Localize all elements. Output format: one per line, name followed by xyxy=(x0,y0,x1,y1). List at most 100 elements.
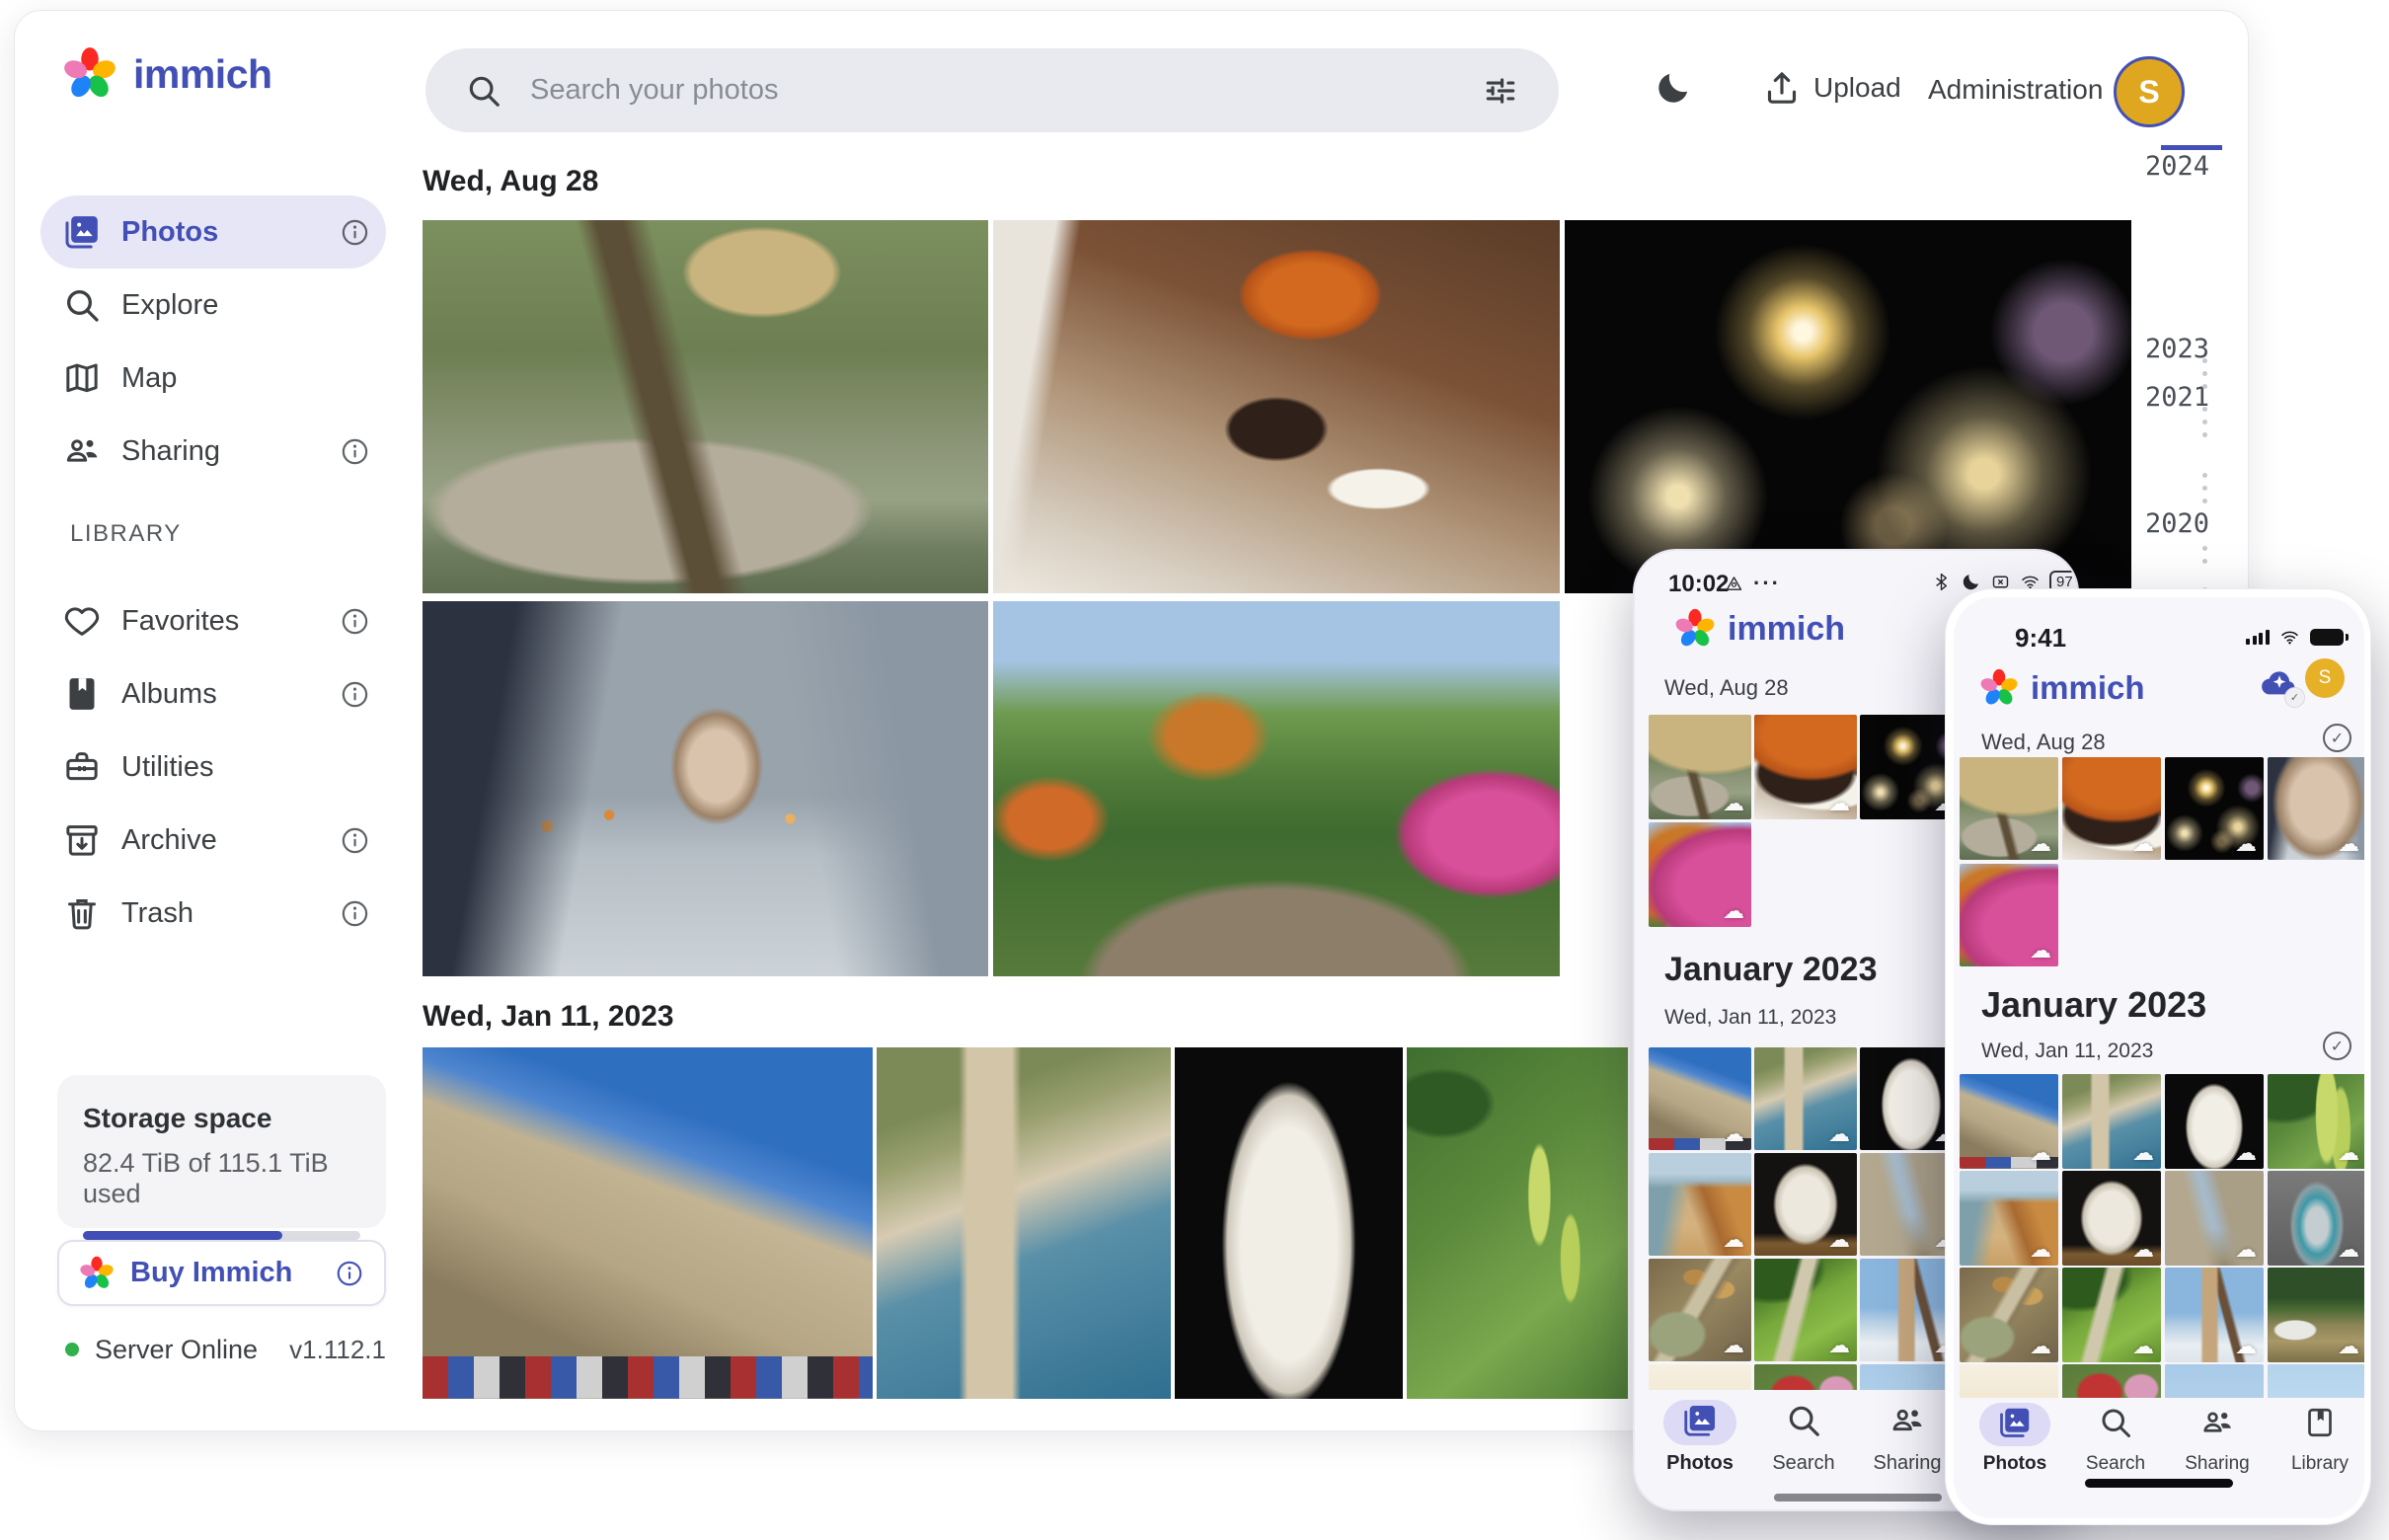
cloud-backup-icon xyxy=(2030,831,2051,857)
search-bar[interactable] xyxy=(425,48,1559,132)
storage-card: Storage space 82.4 TiB of 115.1 TiB used xyxy=(57,1075,386,1228)
photo-monkeys-at-zoo[interactable] xyxy=(423,220,988,593)
immich-logo[interactable]: immich xyxy=(62,46,272,102)
photo-marble-sculpture[interactable] xyxy=(1754,1153,1857,1256)
photo-holding-hands[interactable] xyxy=(2268,757,2364,860)
nav-sharing[interactable]: Sharing xyxy=(2163,1405,2272,1475)
moon-icon xyxy=(1654,68,1693,108)
cloud-backup-icon xyxy=(1723,1121,1744,1147)
photo-lizard-moss[interactable] xyxy=(1754,1259,1857,1361)
photo-fireworks[interactable] xyxy=(1565,220,2131,593)
photo-coastal-town[interactable] xyxy=(877,1047,1171,1399)
photo-marble-bust[interactable] xyxy=(2165,1074,2264,1169)
photo-lizard-leaves[interactable] xyxy=(1960,1268,2058,1362)
user-avatar[interactable]: S xyxy=(2114,56,2185,127)
photo-coastal-town[interactable] xyxy=(1754,1047,1857,1150)
timeline-year-2021[interactable]: 2021 xyxy=(2145,382,2224,413)
nav-search[interactable]: Search xyxy=(1749,1402,1858,1475)
photo-fireworks[interactable] xyxy=(2165,757,2264,860)
photo-monkeys-at-zoo[interactable] xyxy=(1649,715,1751,819)
photo-farm-field[interactable] xyxy=(2268,1268,2364,1362)
sidebar-item-sharing[interactable]: Sharing xyxy=(40,415,386,488)
timeline-year-2024[interactable]: 2024 xyxy=(2145,151,2224,182)
photo-lizard-leaves[interactable] xyxy=(1649,1259,1751,1361)
info-icon[interactable] xyxy=(340,898,370,929)
photo-autumn-dinner-table[interactable] xyxy=(993,220,1560,593)
info-icon[interactable] xyxy=(340,825,370,856)
sidebar-item-photos[interactable]: Photos xyxy=(40,195,386,269)
info-icon[interactable] xyxy=(340,679,370,710)
map-icon xyxy=(62,358,102,398)
toolbox-icon xyxy=(62,747,102,787)
nav-library[interactable]: Library xyxy=(2266,1405,2364,1475)
photo-coastal-town[interactable] xyxy=(2062,1074,2161,1169)
buy-immich-button[interactable]: Buy Immich xyxy=(57,1240,386,1306)
photo-cupcake-tower[interactable] xyxy=(2268,1171,2364,1266)
theme-toggle-button[interactable] xyxy=(1654,68,1693,108)
photo-fortress-walls[interactable] xyxy=(423,1047,873,1399)
cellular-signal-icon xyxy=(2246,630,2270,645)
info-icon[interactable] xyxy=(340,436,370,467)
date-group-header: Wed, Aug 28 xyxy=(1981,730,2106,755)
sidebar-item-favorites[interactable]: Favorites xyxy=(40,584,386,657)
nav-photos[interactable]: Photos xyxy=(1646,1402,1754,1475)
photo-fortress-walls[interactable] xyxy=(1960,1074,2058,1169)
sidebar-item-albums[interactable]: Albums xyxy=(40,657,386,731)
photo-autumn-park-path[interactable] xyxy=(1960,864,2058,966)
search-icon xyxy=(62,285,102,325)
info-icon[interactable] xyxy=(340,606,370,637)
photo-sea-grapes[interactable] xyxy=(2268,1074,2364,1169)
sidebar-item-explore[interactable]: Explore xyxy=(40,269,386,342)
filter-tune-icon[interactable] xyxy=(1482,72,1519,110)
select-all-check-icon[interactable] xyxy=(2323,724,2351,752)
sidebar-item-archive[interactable]: Archive xyxy=(40,804,386,877)
sidebar-item-trash[interactable]: Trash xyxy=(40,877,386,950)
home-indicator[interactable] xyxy=(1774,1494,1942,1502)
nav-photos[interactable]: Photos xyxy=(1961,1405,2069,1475)
album-book-icon xyxy=(62,674,102,714)
cloud-backup-icon xyxy=(1828,1333,1850,1358)
sidebar-item-utilities[interactable]: Utilities xyxy=(40,731,386,804)
photo-autumn-park-path[interactable] xyxy=(1649,822,1751,927)
date-group-header: Wed, Aug 28 xyxy=(1664,675,1789,701)
photo-monkeys-at-zoo[interactable] xyxy=(1960,757,2058,860)
photo-autumn-park-path[interactable] xyxy=(993,601,1560,976)
timeline-year-2020[interactable]: 2020 xyxy=(2145,508,2224,539)
upload-button[interactable]: Upload xyxy=(1762,68,1901,108)
photo-beach-cliff[interactable] xyxy=(1960,1171,2058,1266)
administration-link[interactable]: Administration xyxy=(1928,74,2103,106)
info-icon[interactable] xyxy=(335,1259,364,1288)
search-input[interactable] xyxy=(530,74,1454,107)
user-avatar[interactable]: S xyxy=(2305,658,2345,698)
nav-search[interactable]: Search xyxy=(2061,1405,2170,1475)
immich-flower-icon xyxy=(1979,668,2019,708)
photo-stone-ruins[interactable] xyxy=(2165,1171,2264,1266)
photo-lizard-moss[interactable] xyxy=(2062,1268,2161,1362)
photo-beach-cliff[interactable] xyxy=(1649,1153,1751,1256)
photo-autumn-dinner-table[interactable] xyxy=(1754,715,1857,819)
server-status-label: Server Online xyxy=(95,1335,258,1365)
photo-autumn-dinner-table[interactable] xyxy=(2062,757,2161,860)
photo-marble-bust[interactable] xyxy=(1175,1047,1403,1399)
immich-flower-icon xyxy=(1674,608,1716,650)
cloud-backup-icon xyxy=(2132,1140,2154,1166)
library-icon xyxy=(2302,1405,2338,1440)
photo-holding-hands[interactable] xyxy=(423,601,988,976)
photo-fortress-walls[interactable] xyxy=(1649,1047,1751,1150)
timeline-year-2023[interactable]: 2023 xyxy=(2145,334,2224,364)
status-time: 9:41 xyxy=(2015,623,2066,654)
phone-screen: 9:41 immich S Wed, Aug 28 xyxy=(1954,597,2364,1518)
sidebar-item-map[interactable]: Map xyxy=(40,342,386,415)
cloud-backup-icon xyxy=(2030,1334,2051,1359)
info-icon[interactable] xyxy=(340,217,370,248)
month-header: January 2023 xyxy=(1981,984,2206,1026)
photo-snowy-church[interactable] xyxy=(2165,1268,2264,1362)
timeline-tick-dots[interactable] xyxy=(2202,358,2207,363)
photo-marble-sculpture[interactable] xyxy=(2062,1171,2161,1266)
cloud-backup-icon xyxy=(1828,1227,1850,1253)
select-all-check-icon[interactable] xyxy=(2323,1032,2351,1060)
backup-cloud-icon[interactable] xyxy=(2256,662,2303,704)
cloud-backup-icon xyxy=(1723,791,1744,816)
home-indicator[interactable] xyxy=(2085,1479,2233,1488)
photo-sea-grapes[interactable] xyxy=(1407,1047,1628,1399)
